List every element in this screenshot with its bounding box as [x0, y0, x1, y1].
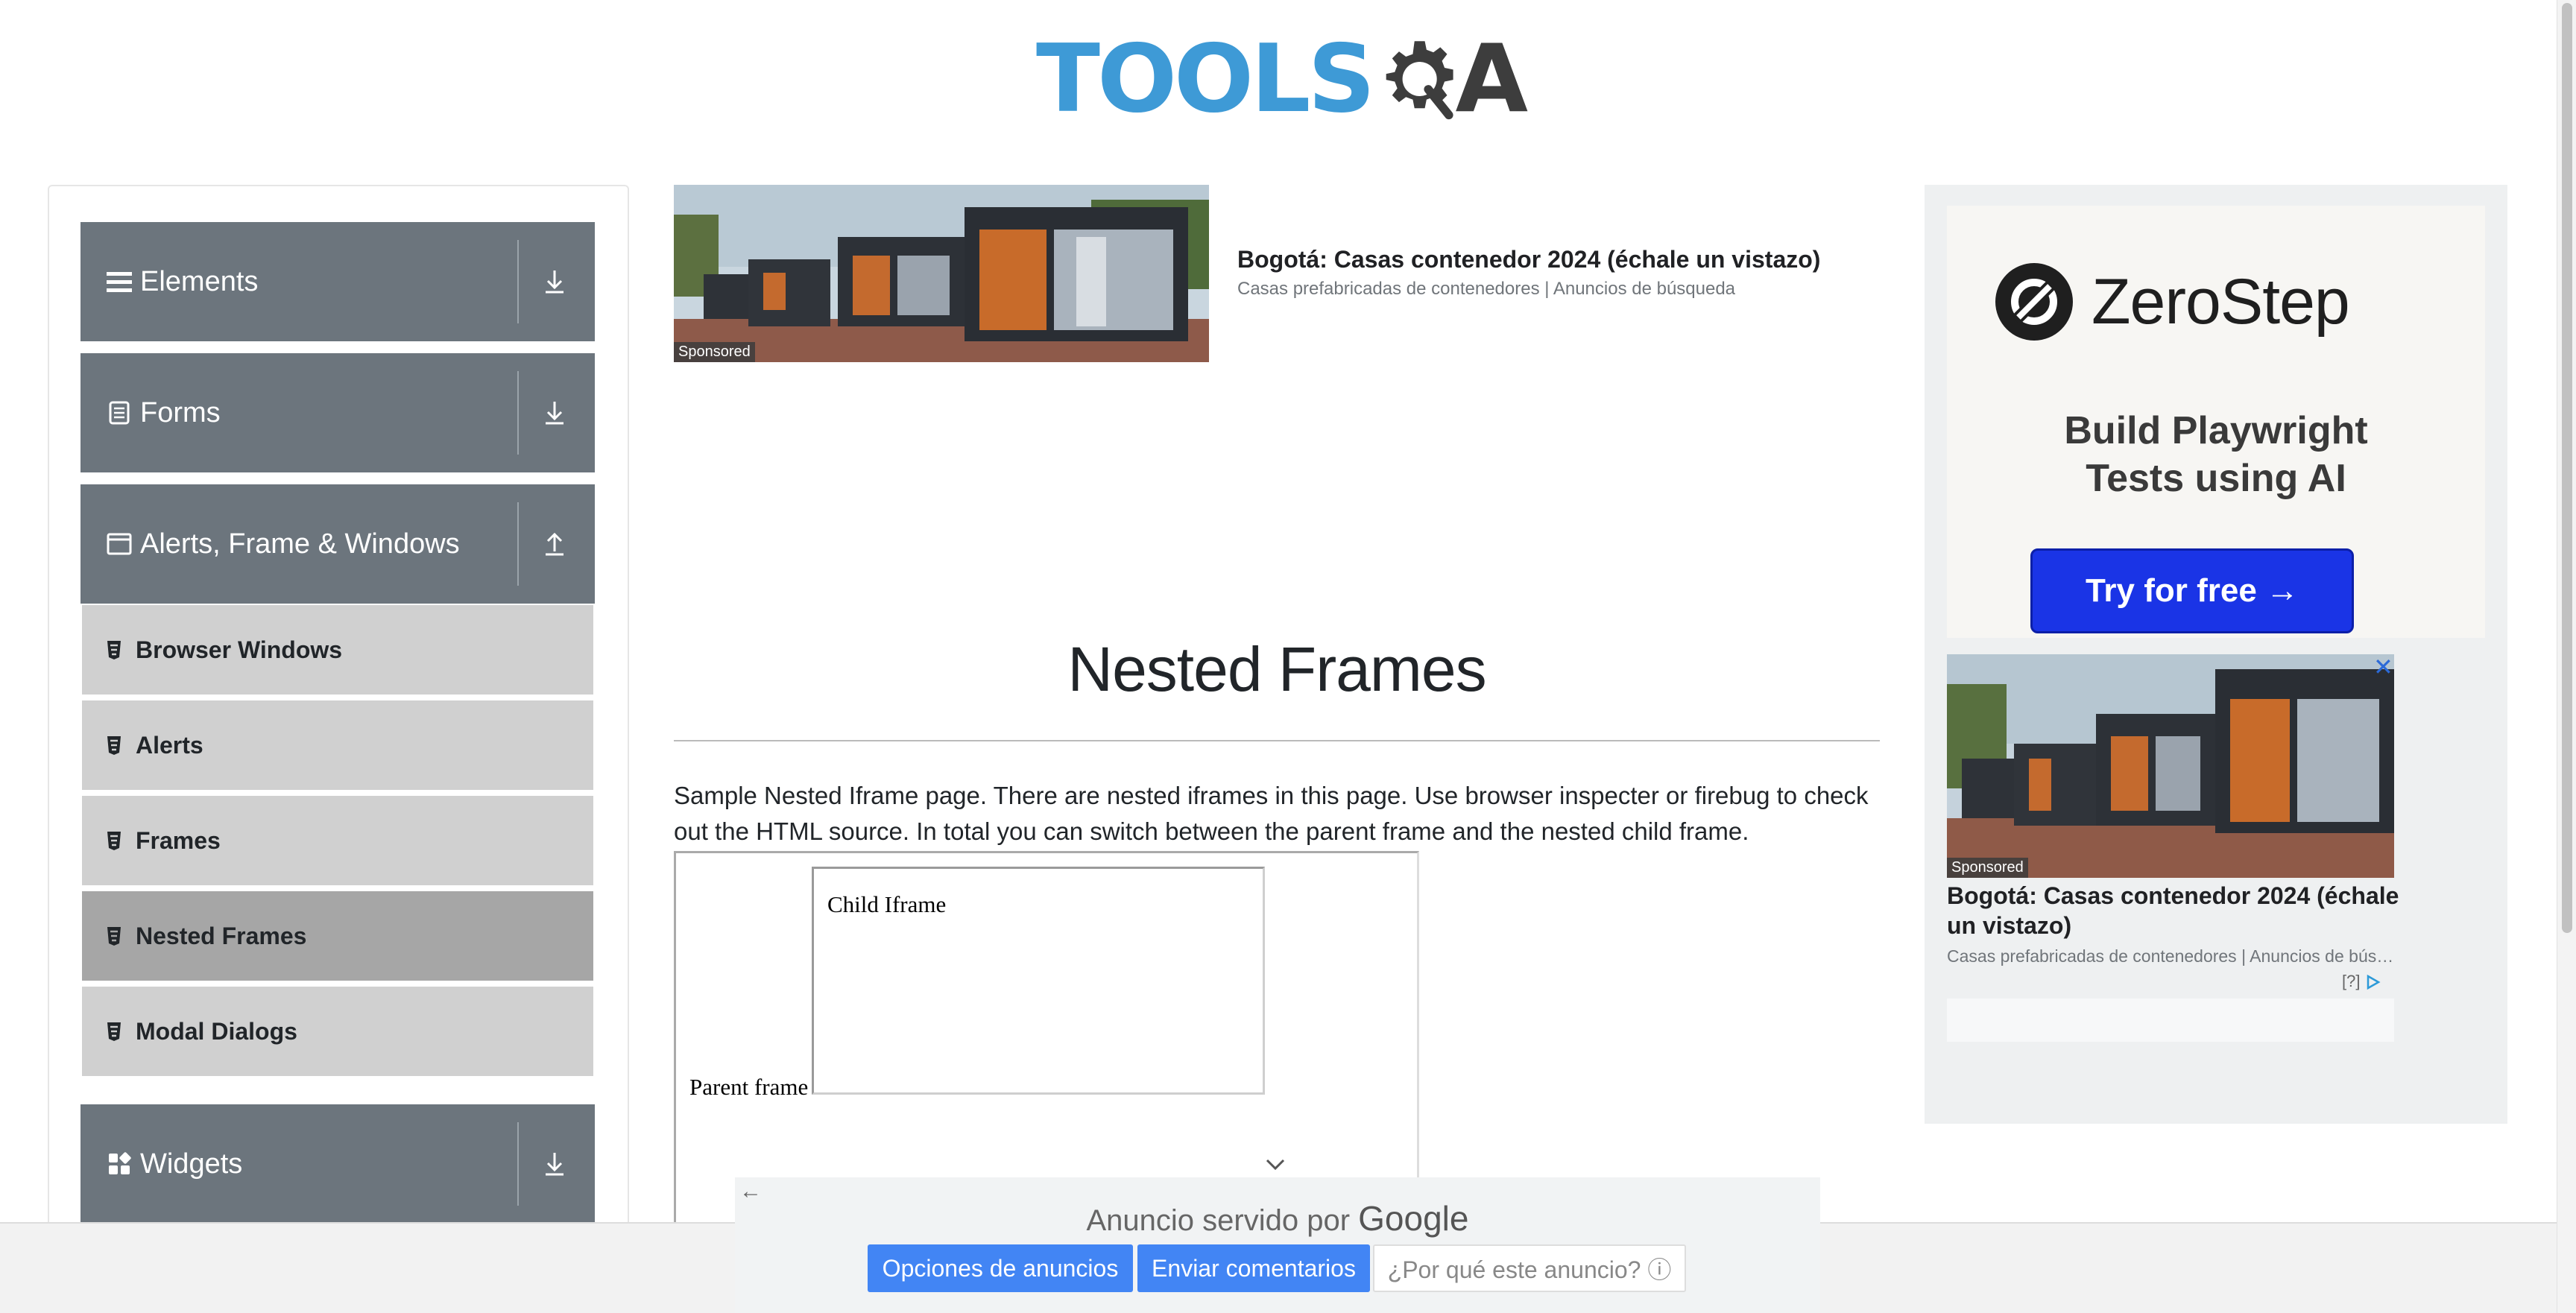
divider	[674, 740, 1880, 741]
window-icon	[106, 531, 133, 557]
ad-title-link[interactable]: Bogotá: Casas contenedor 2024 (échale un…	[1947, 881, 2409, 940]
child-iframe-text: Child Iframe	[827, 891, 947, 917]
google-ad-feedback-panel: ← Anuncio servido por Google Opciones de…	[735, 1177, 1820, 1313]
sidebar-item-nested-frames[interactable]: Nested Frames	[82, 891, 593, 984]
sponsored-label: Sponsored	[674, 342, 755, 362]
logo-a-text: A	[1455, 23, 1528, 133]
sidebar-group-label: Forms	[140, 396, 221, 428]
zerostep-headline: Build Playwright Tests using AI	[1947, 407, 2485, 502]
sidebar-item-frames[interactable]: Frames	[82, 796, 593, 888]
html-file-icon	[104, 734, 124, 756]
gear-magnifier-icon	[1386, 40, 1453, 119]
ad-subtitle: Casas prefabricadas de contenedores | An…	[1947, 946, 2394, 966]
help-text: [?]	[2342, 972, 2361, 990]
download-arrow-icon	[540, 267, 569, 297]
served-by-label: Anuncio servido por	[1086, 1204, 1351, 1237]
sidebar-item-alerts[interactable]: Alerts	[82, 700, 593, 793]
scrollbar-thumb[interactable]	[2562, 3, 2572, 933]
widgets-icon	[106, 1151, 133, 1177]
sidebar-group-alerts-frame-windows[interactable]: Alerts, Frame & Windows	[80, 484, 595, 604]
upload-arrow-icon	[540, 529, 569, 559]
html-file-icon	[104, 1020, 124, 1043]
sidebar-item-label: Alerts	[136, 731, 203, 759]
sidebar-group-elements[interactable]: Elements	[80, 222, 595, 341]
container-houses-image	[674, 185, 1209, 362]
headline-line-2: Tests using AI	[2086, 457, 2346, 500]
sidebar-group-label: Widgets	[140, 1148, 243, 1180]
html-file-icon	[104, 925, 124, 947]
separator	[517, 240, 519, 323]
headline-line-1: Build Playwright	[2064, 409, 2368, 452]
separator	[517, 502, 519, 586]
google-wordmark: Google	[1358, 1199, 1469, 1238]
ad-title-link[interactable]: Bogotá: Casas contenedor 2024 (échale un…	[1237, 246, 1820, 273]
ad-container-houses-image[interactable]: Sponsored	[674, 185, 1209, 362]
logo-tools-text: TOOLS	[1036, 23, 1375, 133]
ad-options-button[interactable]: Opciones de anuncios	[868, 1244, 1133, 1292]
sidebar-group-label: Alerts, Frame & Windows	[140, 528, 460, 560]
try-for-free-button[interactable]: Try for free →	[2030, 548, 2354, 633]
page-title: Nested Frames	[1067, 634, 1486, 704]
zerostep-logo-icon	[1995, 263, 2073, 341]
sidebar-group-label: Elements	[140, 265, 259, 297]
sidebar-item-browser-windows[interactable]: Browser Windows	[82, 605, 593, 697]
close-icon[interactable]: ✕	[2373, 653, 2393, 681]
toolsqa-logo[interactable]: TOOLS A	[1036, 21, 1528, 136]
sidebar-item-modal-dialogs[interactable]: Modal Dialogs	[82, 987, 593, 1079]
separator	[517, 1122, 519, 1206]
zerostep-logo: ZeroStep	[1995, 262, 2350, 341]
sponsored-label: Sponsored	[1947, 858, 2028, 878]
ad-footer-space	[1947, 999, 2394, 1042]
sidebar-item-label: Modal Dialogs	[136, 1017, 297, 1045]
ad-container-houses-image[interactable]: Sponsored	[1947, 654, 2394, 878]
document-icon	[106, 399, 133, 426]
send-feedback-button[interactable]: Enviar comentarios	[1137, 1244, 1370, 1292]
ad-help-link[interactable]: [?]	[2342, 972, 2383, 991]
ad-served-by-text: Anuncio servido por Google	[735, 1198, 1820, 1238]
chevron-down-icon[interactable]	[1264, 1154, 1287, 1176]
child-iframe[interactable]: Child Iframe	[812, 867, 1265, 1095]
sidebar-group-forms[interactable]: Forms	[80, 353, 595, 472]
zerostep-brand-text: ZeroStep	[2092, 265, 2350, 338]
hamburger-icon	[106, 268, 133, 295]
download-arrow-icon	[540, 1149, 569, 1179]
sidebar-group-widgets[interactable]: Widgets	[80, 1104, 595, 1224]
download-arrow-icon	[540, 398, 569, 428]
ad-subtitle: Casas prefabricadas de contenedores | An…	[1237, 279, 1736, 299]
page-scrollbar[interactable]	[2557, 0, 2576, 1313]
parent-frame-text: Parent frame	[689, 1074, 809, 1100]
why-this-ad-button[interactable]: ¿Por qué este anuncio? ⓘ	[1373, 1244, 1686, 1292]
html-file-icon	[104, 639, 124, 661]
container-houses-image	[1947, 654, 2394, 878]
separator	[517, 371, 519, 455]
sidebar-item-label: Browser Windows	[136, 636, 343, 663]
left-sidebar: Elements Forms Alerts, Frame & Windows B…	[48, 185, 629, 1228]
right-ad-panel: ZeroStep Build Playwright Tests using AI…	[1925, 185, 2507, 1124]
page-description: Sample Nested Iframe page. There are nes…	[674, 782, 1869, 845]
sidebar-item-label: Frames	[136, 826, 221, 854]
zerostep-ad-card[interactable]: ZeroStep Build Playwright Tests using AI…	[1947, 206, 2485, 638]
sidebar-item-label: Nested Frames	[136, 922, 307, 949]
adchoices-icon	[2367, 975, 2381, 990]
html-file-icon	[104, 829, 124, 852]
